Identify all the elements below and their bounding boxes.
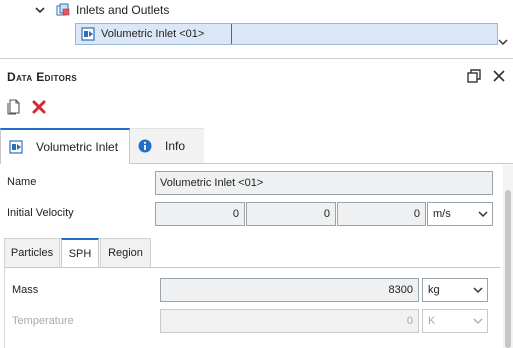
temperature-unit-select[interactable]: K: [422, 309, 488, 333]
tab-info[interactable]: Info: [130, 128, 204, 164]
volumetric-inlet-icon: [9, 140, 23, 154]
tab-label: Info: [165, 139, 186, 153]
chevron-down-icon: [478, 209, 488, 219]
name-label: Name: [7, 176, 37, 188]
panel-title: Data Editors: [7, 70, 78, 84]
tab-label: Volumetric Inlet: [36, 140, 119, 154]
mass-unit-value: kg: [428, 284, 440, 296]
temperature-unit-value: K: [428, 315, 436, 327]
tree-item-inlets-outlets[interactable]: Inlets and Outlets: [34, 2, 169, 18]
mass-label: Mass: [12, 284, 39, 296]
tree-item-label: Inlets and Outlets: [76, 3, 170, 17]
chevron-down-icon: [473, 316, 483, 326]
velocity-unit-select[interactable]: m/s: [427, 202, 493, 226]
tab-region[interactable]: Region: [100, 238, 151, 268]
temperature-label: Temperature: [12, 315, 74, 327]
info-icon: [138, 139, 152, 153]
temperature-field[interactable]: 0: [160, 309, 419, 333]
tab-particles[interactable]: Particles: [4, 238, 60, 268]
name-field[interactable]: Volumetric Inlet <01>: [155, 171, 493, 195]
inlets-outlets-icon: [56, 3, 70, 17]
scroll-down-icon[interactable]: [498, 36, 508, 46]
tree-item-label: Volumetric Inlet <01>: [101, 28, 205, 40]
scrollbar-thumb[interactable]: [505, 190, 511, 348]
mass-unit-select[interactable]: kg: [422, 278, 488, 302]
copy-icon[interactable]: [6, 99, 22, 115]
tab-sph[interactable]: SPH: [61, 238, 99, 268]
restore-icon[interactable]: [466, 68, 482, 84]
delete-icon[interactable]: [31, 99, 47, 115]
velocity-unit-value: m/s: [433, 208, 451, 220]
tab-divider: [204, 163, 513, 164]
close-icon[interactable]: [491, 68, 507, 84]
tab-volumetric-inlet[interactable]: Volumetric Inlet: [0, 128, 130, 164]
tree-item-volumetric-inlet[interactable]: Volumetric Inlet <01>: [75, 23, 498, 45]
velocity-y-field[interactable]: 0: [246, 202, 336, 226]
velocity-z-field[interactable]: 0: [337, 202, 426, 226]
chevron-down-icon[interactable]: [34, 4, 46, 16]
mass-field[interactable]: 8300: [160, 278, 419, 302]
velocity-x-field[interactable]: 0: [155, 202, 245, 226]
volumetric-inlet-icon: [81, 27, 95, 41]
initial-velocity-label: Initial Velocity: [7, 207, 74, 219]
panel-header: Data Editors: [0, 58, 513, 94]
main-tabs: Volumetric Inlet Info: [0, 128, 513, 164]
chevron-down-icon: [473, 285, 483, 295]
sub-tabs: Particles SPH Region: [4, 238, 504, 268]
